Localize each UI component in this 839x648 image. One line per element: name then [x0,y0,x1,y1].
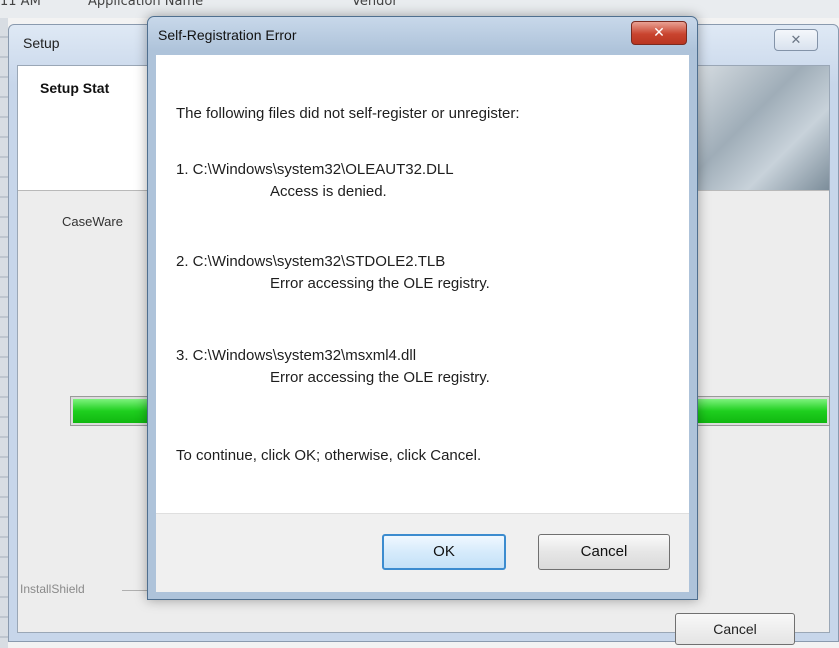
setup-window-title: Setup [23,35,60,51]
dialog-body: The following files did not self-registe… [156,55,689,513]
installshield-label: InstallShield [20,582,85,596]
cancel-button[interactable]: Cancel [538,534,670,570]
ok-button[interactable]: OK [382,534,506,570]
dialog-button-bar: OK Cancel [156,513,689,592]
dialog-close-button[interactable]: ✕ [631,21,687,45]
setup-close-button[interactable]: ✕ [774,29,818,51]
self-registration-error-dialog: Self-Registration Error ✕ The following … [147,16,698,600]
error-file-path: 1. C:\Windows\system32\OLEAUT32.DLL [176,161,454,178]
background-app-text: Vendor [352,0,398,9]
dialog-title: Self-Registration Error [158,27,297,43]
background-app-text: 11 AM [0,0,41,9]
background-app-edge [0,18,8,648]
close-icon: ✕ [790,33,802,48]
setup-header-title: Setup Stat [40,80,110,96]
error-file-path: 2. C:\Windows\system32\STDOLE2.TLB [176,253,446,270]
background-app-text: Application Name [88,0,204,9]
close-icon: ✕ [653,25,665,41]
setup-cancel-button[interactable]: Cancel [675,613,795,645]
error-message: Access is denied. [270,183,387,200]
error-message: Error accessing the OLE registry. [270,369,490,386]
dialog-instruction-text: To continue, click OK; otherwise, click … [176,447,482,464]
dialog-intro-text: The following files did not self-registe… [176,105,520,122]
error-file-path: 3. C:\Windows\system32\msxml4.dll [176,347,417,364]
installshield-logo [679,66,829,190]
error-message: Error accessing the OLE registry. [270,275,490,292]
setup-status-text: CaseWare [62,214,123,229]
